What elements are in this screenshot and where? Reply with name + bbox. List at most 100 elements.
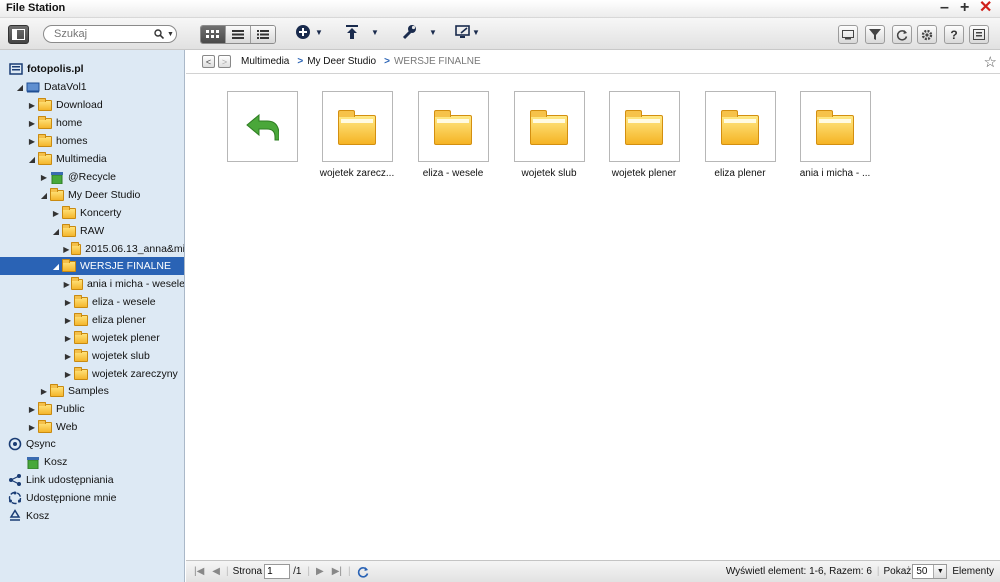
help-button[interactable]: ?: [944, 25, 964, 44]
sidebar-item-multimedia[interactable]: ◢ Multimedia: [0, 150, 184, 168]
expand-arrow-icon[interactable]: ▶: [62, 298, 74, 307]
sidebar-item-wersje-finalne[interactable]: ◢ WERSJE FINALNE: [0, 257, 184, 275]
breadcrumb-item[interactable]: Multimedia: [241, 56, 289, 67]
maximize-icon[interactable]: +: [960, 0, 969, 16]
breadcrumb-item[interactable]: My Deer Studio: [307, 56, 376, 67]
share-link-icon: [9, 474, 21, 486]
grid-view-button[interactable]: [201, 26, 226, 43]
parent-folder-item[interactable]: [217, 91, 307, 162]
list-view-button[interactable]: [226, 26, 251, 43]
file-item[interactable]: eliza plener: [695, 91, 785, 179]
refresh-icon[interactable]: [357, 566, 369, 578]
file-item[interactable]: wojetek slub: [504, 91, 594, 179]
expand-arrow-icon[interactable]: ▶: [26, 137, 38, 146]
sidebar-item-kosz[interactable]: Kosz: [0, 507, 184, 525]
collapse-arrow-icon[interactable]: ◢: [50, 262, 62, 271]
sidebar-item-wojetek-slub[interactable]: ▶ wojetek slub: [0, 347, 184, 365]
tools-menu-button[interactable]: ▼: [401, 24, 437, 40]
sidebar-item-label: wojetek plener: [92, 332, 160, 344]
share-icon: [455, 25, 470, 38]
expand-arrow-icon[interactable]: ▶: [38, 173, 50, 182]
settings-button[interactable]: [917, 25, 937, 44]
expand-arrow-icon[interactable]: ▶: [62, 352, 74, 361]
sidebar-item-wojetek-zareczyny[interactable]: ▶ wojetek zareczyny: [0, 365, 184, 383]
folder-thumb: [799, 91, 871, 162]
chevron-down-icon[interactable]: ▼: [167, 31, 174, 38]
folder-icon: [625, 109, 663, 145]
info-button[interactable]: [969, 25, 989, 44]
prev-page-icon[interactable]: ◀: [212, 566, 220, 577]
page-label: Strona: [232, 566, 263, 577]
sidebar-item-download[interactable]: ▶ Download: [0, 96, 184, 114]
sidebar-item-share-links[interactable]: Link udostępniania: [0, 471, 184, 489]
sidebar-item-public[interactable]: ▶ Public: [0, 400, 184, 418]
sidebar-item-eliza-wesele[interactable]: ▶ eliza - wesele: [0, 293, 184, 311]
sidebar-item-my-deer-studio[interactable]: ◢ My Deer Studio: [0, 186, 184, 204]
page-input[interactable]: [264, 564, 291, 579]
close-icon[interactable]: ✕: [979, 0, 992, 16]
file-name: eliza plener: [714, 168, 766, 179]
sidebar-item-recycle[interactable]: ▶ @Recycle: [0, 168, 184, 186]
expand-arrow-icon[interactable]: ▶: [26, 405, 38, 414]
star-icon[interactable]: ☆: [984, 53, 997, 71]
sidebar-item-datavol1[interactable]: ◢ DataVol1: [0, 78, 184, 96]
collapse-arrow-icon[interactable]: ◢: [14, 83, 26, 92]
file-item[interactable]: wojetek plener: [599, 91, 689, 179]
panel-toggle-button[interactable]: [8, 25, 29, 44]
sidebar-item-web[interactable]: ▶ Web: [0, 418, 184, 436]
expand-arrow-icon[interactable]: ▶: [26, 423, 38, 432]
sidebar-item-label: Kosz: [26, 510, 50, 522]
forward-button[interactable]: >: [218, 55, 231, 68]
sidebar-item-ania-i-micha[interactable]: ▶ ania i micha - wesele: [0, 275, 184, 293]
sidebar-item-home[interactable]: ▶ home: [0, 114, 184, 132]
page-size-select[interactable]: 50 ▼: [912, 564, 948, 579]
expand-arrow-icon[interactable]: ▶: [62, 334, 74, 343]
expand-arrow-icon[interactable]: ▶: [62, 316, 74, 325]
collapse-arrow-icon[interactable]: ◢: [26, 155, 38, 164]
search-input[interactable]: [54, 28, 150, 40]
sidebar-item-label: Koncerty: [80, 207, 122, 219]
next-page-icon[interactable]: ▶: [316, 566, 324, 577]
expand-arrow-icon[interactable]: ▶: [62, 280, 71, 289]
expand-arrow-icon[interactable]: ▶: [26, 119, 38, 128]
expand-arrow-icon[interactable]: ▶: [50, 209, 62, 218]
expand-arrow-icon[interactable]: ▶: [38, 387, 50, 396]
screen-button[interactable]: [838, 25, 858, 44]
sidebar-item-homes[interactable]: ▶ homes: [0, 132, 184, 150]
sidebar-item-eliza-plener[interactable]: ▶ eliza plener: [0, 311, 184, 329]
file-item[interactable]: eliza - wesele: [408, 91, 498, 179]
sidebar-item-raw[interactable]: ◢ RAW: [0, 222, 184, 240]
expand-arrow-icon[interactable]: ▶: [62, 370, 74, 379]
add-menu-button[interactable]: ▼: [295, 24, 323, 40]
first-page-icon[interactable]: |◀: [194, 566, 204, 577]
sidebar-item-koncerty[interactable]: ▶ Koncerty: [0, 204, 184, 222]
sidebar-item-2015-anna[interactable]: ▶ 2015.06.13_anna&mi: [0, 240, 184, 258]
last-page-icon[interactable]: ▶|: [332, 566, 342, 577]
folder-icon: [70, 241, 82, 255]
collapse-arrow-icon[interactable]: ◢: [50, 227, 62, 236]
search-icon[interactable]: [154, 29, 164, 39]
folder-icon: [74, 366, 88, 380]
file-item[interactable]: wojetek zarecz...: [312, 91, 402, 179]
sidebar: fotopolis.pl ◢ DataVol1 ▶ Download ▶ hom…: [0, 50, 185, 582]
sidebar-item-qsync-kosz[interactable]: Kosz: [0, 453, 184, 471]
back-button[interactable]: <: [202, 55, 215, 68]
expand-arrow-icon[interactable]: ▶: [62, 245, 71, 254]
sidebar-item-samples[interactable]: ▶ Samples: [0, 382, 184, 400]
refresh-button[interactable]: [892, 25, 912, 44]
file-item[interactable]: ania i micha - ...: [790, 91, 880, 179]
sidebar-item-shared-with-me[interactable]: Udostępnione mnie: [0, 489, 184, 507]
chevron-left-icon: <: [205, 56, 212, 67]
collapse-arrow-icon[interactable]: ◢: [38, 191, 50, 200]
search-box[interactable]: ▼: [43, 25, 177, 43]
detail-view-button[interactable]: [251, 26, 275, 43]
share-menu-button[interactable]: ▼: [455, 24, 480, 40]
sidebar-item-wojetek-plener[interactable]: ▶ wojetek plener: [0, 329, 184, 347]
sidebar-item-qsync[interactable]: Qsync: [0, 435, 184, 453]
sidebar-item-label: My Deer Studio: [68, 189, 141, 201]
minimize-icon[interactable]: –: [940, 0, 949, 16]
sidebar-item-server[interactable]: fotopolis.pl: [0, 60, 184, 78]
expand-arrow-icon[interactable]: ▶: [26, 101, 38, 110]
filter-button[interactable]: [865, 25, 885, 44]
upload-menu-button[interactable]: ▼: [345, 24, 379, 40]
